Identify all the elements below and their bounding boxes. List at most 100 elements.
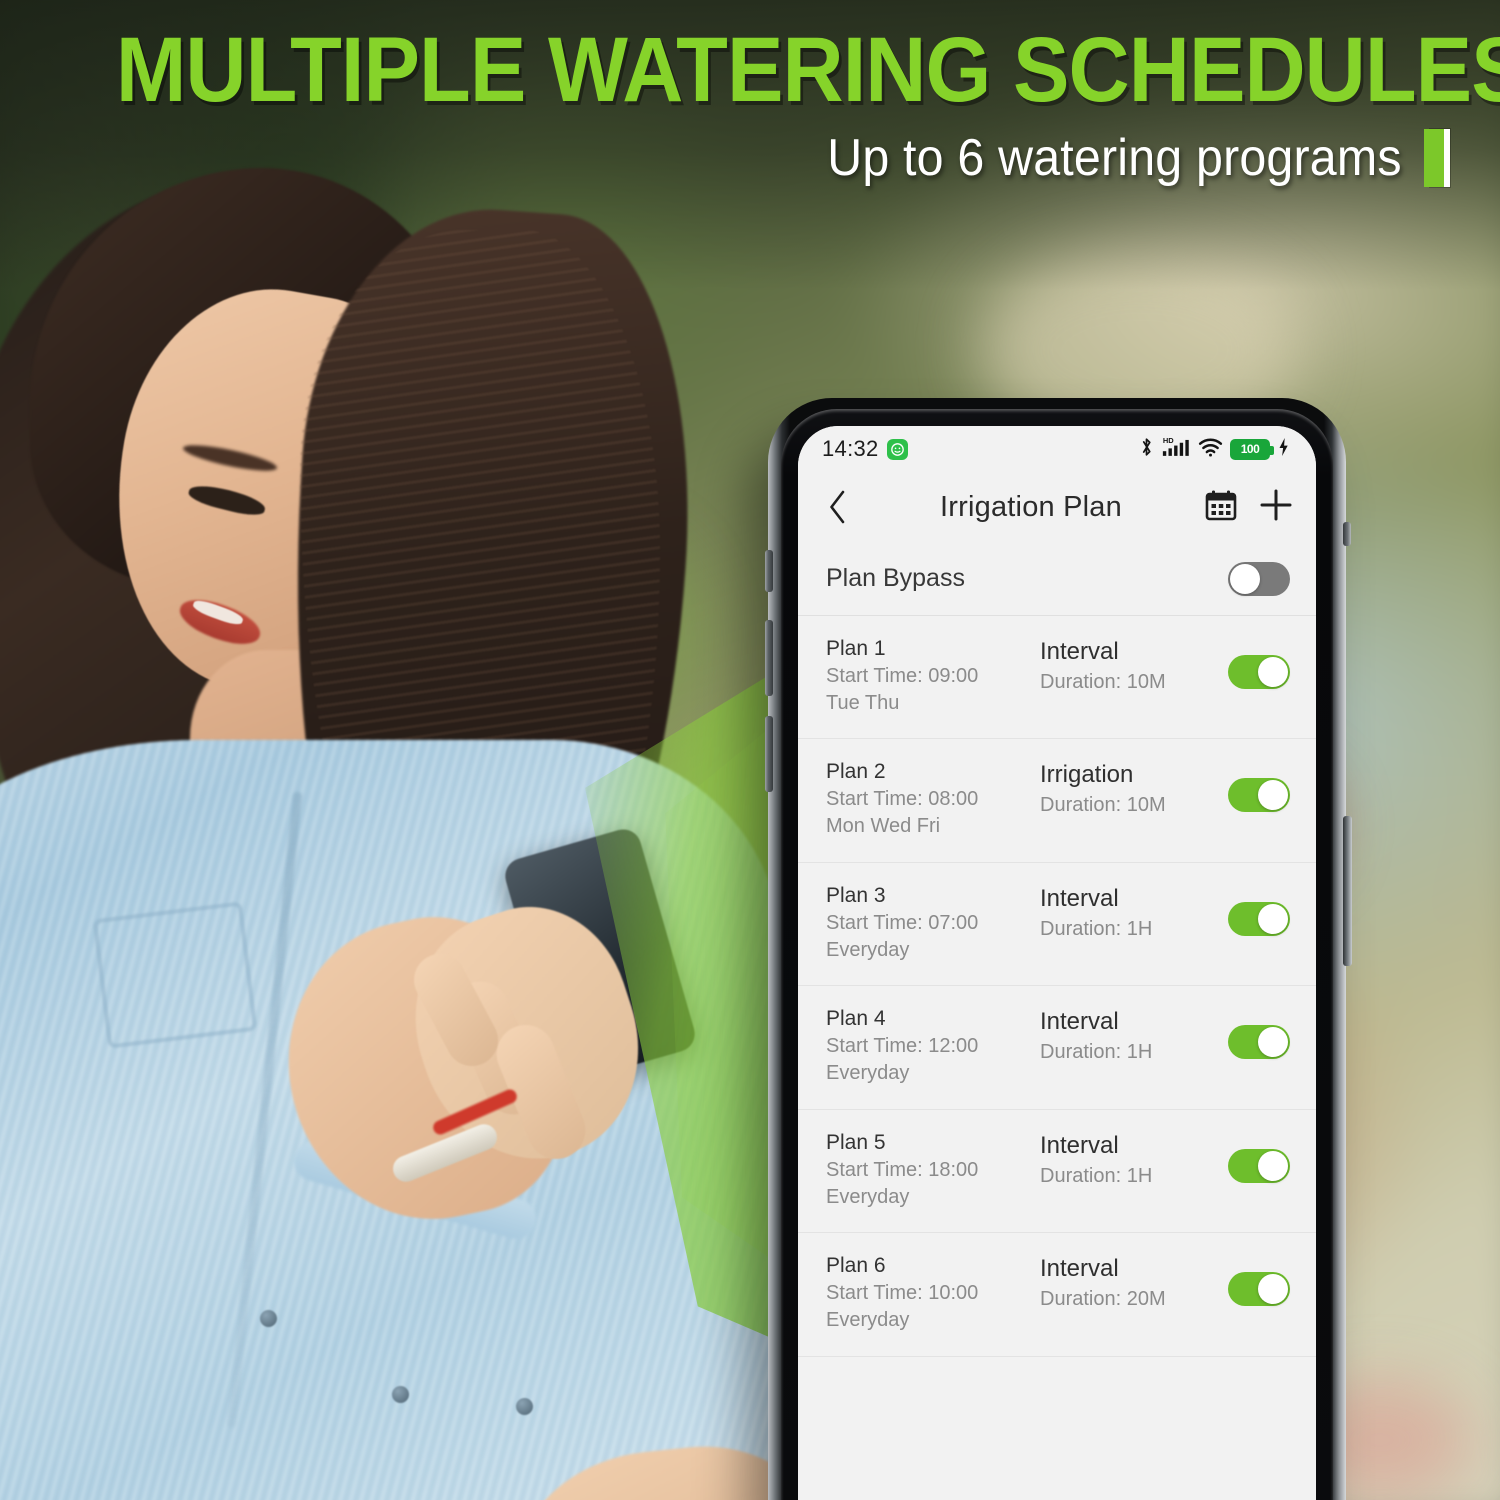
app-bar: Irrigation Plan <box>798 472 1316 542</box>
plan-days: Everyday <box>826 1062 910 1085</box>
plan-name: Plan 2 <box>826 760 886 784</box>
plan-info: Plan 6 Start Time: 10:00 Everyday <box>826 1253 1040 1333</box>
plan-duration: Duration: 10M <box>1040 794 1166 817</box>
status-bar-left: 14:32 <box>822 436 908 462</box>
list-empty-area <box>798 1356 1316 1500</box>
plan-schedule: Interval Duration: 10M <box>1040 636 1228 696</box>
phone-screen: 14:32 HD 100 Irrigation Plan Plan Bypass… <box>798 426 1316 1500</box>
promo-subtitle: Up to 6 watering programs <box>827 129 1402 188</box>
plan-type: Interval <box>1040 884 1119 912</box>
plan-enable-toggle[interactable] <box>1228 901 1290 936</box>
plan-days: Mon Wed Fri <box>826 815 941 838</box>
plan-row[interactable]: Plan 3 Start Time: 07:00 Everyday Interval D… <box>798 862 1316 987</box>
plan-duration: Duration: 1H <box>1040 1041 1153 1064</box>
phone-button-volume-up[interactable] <box>765 620 773 696</box>
promo-subtitle-row: Up to 6 watering programs <box>0 128 1448 188</box>
status-bar-right: HD 100 <box>1139 435 1290 463</box>
phone-button-power[interactable] <box>1343 816 1352 966</box>
plan-info: Plan 3 Start Time: 07:00 Everyday <box>826 883 1040 963</box>
plan-list: Plan 1 Start Time: 09:00 Tue Thu Interval Du… <box>798 616 1316 1357</box>
plan-name: Plan 4 <box>826 1007 886 1031</box>
plan-toggle-wrap <box>1228 636 1290 702</box>
bluetooth-icon <box>1139 436 1154 463</box>
plan-type: Interval <box>1040 1131 1119 1159</box>
plus-icon[interactable] <box>1258 487 1294 528</box>
toggle-knob <box>1258 1027 1288 1058</box>
phone-button-left-top[interactable] <box>765 550 773 592</box>
plan-row[interactable]: Plan 6 Start Time: 10:00 Everyday Interval D… <box>798 1233 1316 1357</box>
toggle-knob <box>1258 780 1288 811</box>
plan-days: Everyday <box>826 938 910 961</box>
plan-toggle-wrap <box>1228 1006 1290 1072</box>
status-bar: 14:32 HD 100 <box>798 426 1316 472</box>
plan-start-time: Start Time: 12:00 <box>826 1035 979 1058</box>
denim-pocket <box>92 901 258 1049</box>
plan-start-time: Start Time: 18:00 <box>826 1158 979 1181</box>
plan-toggle-wrap <box>1228 759 1290 825</box>
plan-info: Plan 1 Start Time: 09:00 Tue Thu <box>826 636 1040 716</box>
toggle-knob <box>1258 903 1288 934</box>
plan-enable-toggle[interactable] <box>1228 655 1290 689</box>
charging-bolt-icon <box>1277 437 1290 462</box>
plan-schedule: Irrigation Duration: 10M <box>1040 759 1228 819</box>
plan-days: Everyday <box>826 1309 910 1332</box>
battery-icon: 100 <box>1230 438 1274 460</box>
phone-button-volume-down[interactable] <box>765 716 773 792</box>
back-button[interactable] <box>818 490 858 524</box>
denim-button <box>516 1398 533 1415</box>
plan-row[interactable]: Plan 5 Start Time: 18:00 Everyday Interval D… <box>798 1109 1316 1234</box>
plan-days: Everyday <box>826 1185 910 1208</box>
plan-bypass-label: Plan Bypass <box>826 564 965 592</box>
plan-duration: Duration: 1H <box>1040 1164 1153 1187</box>
toggle-knob <box>1258 1274 1288 1305</box>
plan-duration: Duration: 1H <box>1040 917 1153 940</box>
plan-type: Irrigation <box>1040 761 1134 789</box>
plan-schedule: Interval Duration: 1H <box>1040 883 1228 943</box>
plan-days: Tue Thu <box>826 691 900 714</box>
plan-start-time: Start Time: 09:00 <box>826 664 979 687</box>
smartphone-mockup: 14:32 HD 100 Irrigation Plan Plan Bypass… <box>765 398 1352 1500</box>
promo-headline-block: MULTIPLE WATERING SCHEDULES Up to 6 wate… <box>0 0 1500 188</box>
plan-type: Interval <box>1040 1008 1119 1036</box>
plan-type: Interval <box>1040 638 1119 665</box>
plan-row[interactable]: Plan 4 Start Time: 12:00 Everyday Interval D… <box>798 986 1316 1110</box>
plan-bypass-toggle[interactable] <box>1228 561 1290 596</box>
toggle-knob <box>1258 1150 1288 1181</box>
page-title: Irrigation Plan <box>940 490 1122 523</box>
phone-button-right-top[interactable] <box>1343 522 1351 546</box>
plan-schedule: Interval Duration: 1H <box>1040 1130 1228 1190</box>
svg-text:HD: HD <box>1163 436 1174 445</box>
plan-bypass-row[interactable]: Plan Bypass <box>798 542 1316 616</box>
toggle-knob <box>1258 657 1288 687</box>
plan-enable-toggle[interactable] <box>1228 778 1290 813</box>
plan-start-time: Start Time: 07:00 <box>826 911 979 934</box>
denim-button <box>260 1310 277 1327</box>
plan-start-time: Start Time: 10:00 <box>826 1282 979 1305</box>
wifi-icon <box>1198 437 1223 462</box>
irrigation-app: 14:32 HD 100 Irrigation Plan Plan Bypass… <box>798 426 1316 1500</box>
plan-name: Plan 3 <box>826 883 886 907</box>
plan-row[interactable]: Plan 1 Start Time: 09:00 Tue Thu Interval Du… <box>798 616 1316 740</box>
plan-start-time: Start Time: 08:00 <box>826 788 979 811</box>
app-notification-icon <box>886 438 908 460</box>
plan-enable-toggle[interactable] <box>1228 1272 1290 1307</box>
status-bar-clock: 14:32 <box>822 436 879 461</box>
plan-info: Plan 4 Start Time: 12:00 Everyday <box>826 1006 1040 1086</box>
accent-bar-icon <box>1424 129 1444 188</box>
plan-schedule: Interval Duration: 20M <box>1040 1253 1228 1313</box>
plan-row[interactable]: Plan 2 Start Time: 08:00 Mon Wed Fri Irriga… <box>798 739 1316 863</box>
plan-name: Plan 1 <box>826 637 886 660</box>
calendar-icon[interactable] <box>1204 488 1238 527</box>
plan-name: Plan 5 <box>826 1130 886 1154</box>
plan-type: Interval <box>1040 1255 1119 1283</box>
plan-enable-toggle[interactable] <box>1228 1148 1290 1183</box>
plan-toggle-wrap <box>1228 883 1290 949</box>
plan-enable-toggle[interactable] <box>1228 1025 1290 1060</box>
plan-name: Plan 6 <box>826 1254 886 1278</box>
battery-level: 100 <box>1240 442 1260 456</box>
denim-button <box>392 1386 409 1403</box>
plan-schedule: Interval Duration: 1H <box>1040 1006 1228 1066</box>
app-bar-actions <box>1204 487 1294 528</box>
plan-toggle-wrap <box>1228 1253 1290 1319</box>
plan-info: Plan 2 Start Time: 08:00 Mon Wed Fri <box>826 759 1040 839</box>
